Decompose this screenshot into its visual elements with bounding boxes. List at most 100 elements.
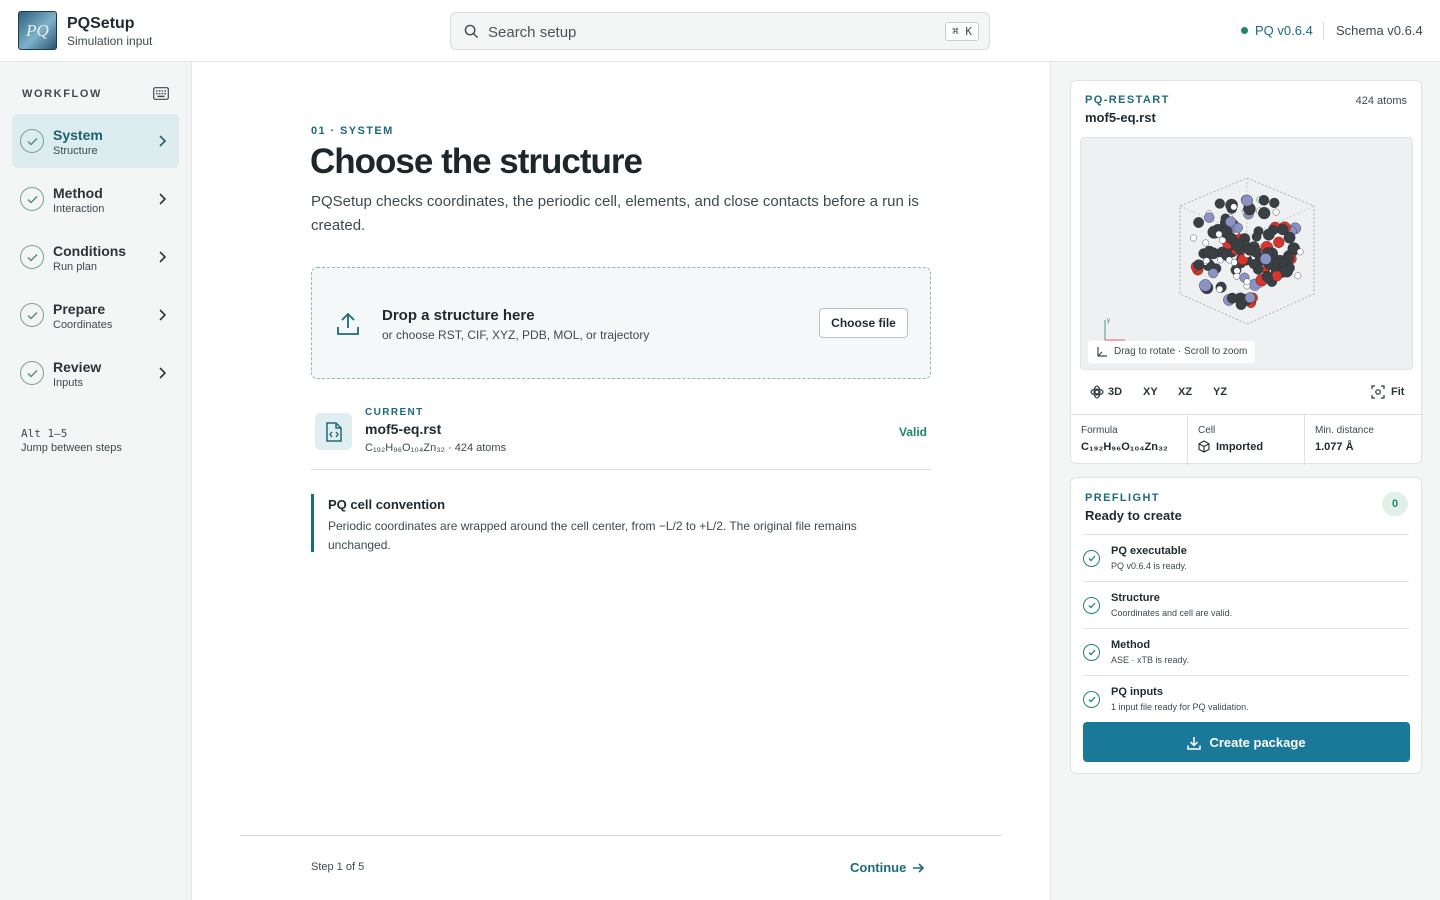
search-icon	[464, 24, 479, 39]
app-name: PQSetup	[67, 15, 135, 32]
atom-count: 424 atoms	[1355, 95, 1407, 107]
molecule-render[interactable]	[1176, 176, 1318, 326]
main-content: 01 · SYSTEM Choose the structure PQSetup…	[192, 62, 1050, 900]
stat-value: C₁₉₂H₉₆O₁₀₄Zn₃₂	[1081, 441, 1168, 453]
current-filename: mof5-eq.rst	[365, 421, 442, 437]
right-panel: PQ-RESTART 424 atoms mof5-eq.rst y Drag …	[1050, 62, 1440, 900]
atom	[1233, 272, 1241, 280]
atom	[1232, 222, 1243, 233]
orbit-icon	[1090, 385, 1104, 399]
step-title: System	[53, 127, 103, 143]
upload-icon	[337, 312, 359, 335]
divider	[1323, 22, 1324, 39]
chevron-right-icon	[159, 193, 167, 205]
atom	[1269, 197, 1280, 209]
sidebar-heading: WORKFLOW	[22, 88, 103, 100]
atom	[1259, 253, 1272, 265]
check-icon	[20, 303, 44, 327]
continue-button[interactable]: Continue	[850, 860, 925, 875]
check-pq-executable: PQ executable PQ v0.6.4 is ready.	[1083, 534, 1409, 581]
chevron-right-icon	[159, 135, 167, 147]
fit-icon	[1371, 385, 1385, 399]
stat-key: Formula	[1081, 425, 1118, 436]
shortcut-hint: Jump between steps	[21, 442, 122, 454]
create-package-label: Create package	[1209, 734, 1306, 750]
pq-version: PQ v0.6.4	[1241, 23, 1313, 38]
atom	[1207, 247, 1220, 260]
search-shortcut: ⌘ K	[945, 22, 979, 41]
app-subtitle: Simulation input	[67, 34, 153, 48]
check-structure: Structure Coordinates and cell are valid…	[1083, 581, 1409, 628]
current-formula: C₁₉₂H₉₆O₁₀₄Zn₃₂ · 424 atoms	[365, 442, 507, 454]
atom	[1230, 203, 1238, 211]
atom	[1280, 264, 1293, 278]
search-box[interactable]: ⌘ K	[450, 12, 990, 50]
note-title: PQ cell convention	[328, 497, 446, 512]
stat-value: 1.077 Å	[1315, 441, 1354, 453]
atom	[1214, 198, 1225, 209]
stat-formula: Formula C₁₉₂H₉₆O₁₀₄Zn₃₂	[1071, 415, 1188, 465]
step-counter: Step 1 of 5	[311, 861, 365, 873]
atom	[1202, 239, 1210, 247]
stat-value: Imported	[1216, 441, 1264, 453]
schema-version: Schema v0.6.4	[1336, 23, 1423, 38]
create-package-button[interactable]: Create package	[1083, 722, 1410, 762]
sidebar-item-method[interactable]: Method Interaction	[12, 172, 179, 226]
drag-hint: Drag to rotate · Scroll to zoom	[1088, 341, 1256, 363]
step-subtitle: Interaction	[53, 203, 105, 215]
cube-icon	[1198, 440, 1210, 453]
preflight-title: Ready to create	[1085, 508, 1182, 523]
atom	[1251, 232, 1262, 242]
step-subtitle: Run plan	[53, 261, 98, 273]
check-icon	[20, 187, 44, 211]
search-input[interactable]	[488, 21, 928, 43]
step-subtitle: Structure	[53, 145, 98, 157]
dropzone-formats: or choose RST, CIF, XYZ, PDB, MOL, or tr…	[382, 328, 650, 342]
atom	[1226, 292, 1238, 304]
chevron-right-icon	[159, 251, 167, 263]
dropzone-title: Drop a structure here	[382, 307, 535, 324]
download-icon	[1187, 736, 1202, 750]
atom	[1296, 248, 1304, 256]
sidebar-item-system[interactable]: System Structure	[12, 114, 179, 168]
check-pq-inputs: PQ inputs 1 input file ready for PQ vali…	[1083, 675, 1409, 722]
atom	[1193, 217, 1205, 228]
check-detail: ASE · xTB is ready.	[1111, 655, 1189, 665]
atom	[1273, 236, 1285, 248]
check-icon	[20, 361, 44, 385]
app-logo: PQ	[18, 11, 57, 50]
atom	[1230, 238, 1244, 251]
fit-button[interactable]: Fit	[1391, 386, 1404, 398]
step-subtitle: Coordinates	[53, 319, 113, 331]
view-yz-button[interactable]: YZ	[1213, 386, 1227, 398]
current-structure: CURRENT mof5-eq.rst C₁₉₂H₉₆O₁₀₄Zn₃₂ · 42…	[311, 405, 931, 470]
atom	[1193, 259, 1205, 271]
choose-file-button[interactable]: Choose file	[819, 308, 908, 338]
current-label: CURRENT	[365, 407, 424, 418]
stat-key: Cell	[1198, 425, 1216, 436]
step-title: Prepare	[53, 301, 106, 317]
molecule-viewer[interactable]: y Drag to rotate · Scroll to zoom	[1080, 137, 1413, 370]
page-description: PQSetup checks coordinates, the periodic…	[311, 193, 919, 234]
sidebar-item-conditions[interactable]: Conditions Run plan	[12, 230, 179, 284]
atom	[1277, 223, 1289, 236]
sidebar-item-review[interactable]: Review Inputs	[12, 346, 179, 400]
atom	[1190, 234, 1197, 242]
atom	[1243, 278, 1251, 286]
step-title: Method	[53, 185, 103, 201]
atom	[1258, 194, 1270, 206]
check-title: PQ inputs	[1111, 686, 1163, 698]
sidebar-item-prepare[interactable]: Prepare Coordinates	[12, 288, 179, 342]
check-title: Method	[1111, 639, 1151, 651]
preflight-card: PREFLIGHT Ready to create 0 PQ executabl…	[1070, 477, 1422, 774]
check-detail: PQ v0.6.4 is ready.	[1111, 561, 1187, 571]
structure-dropzone[interactable]: Drop a structure here or choose RST, CIF…	[311, 267, 931, 379]
stat-cell: Cell Imported	[1188, 415, 1305, 465]
view-xy-button[interactable]: XY	[1143, 386, 1158, 398]
view-3d-button[interactable]: 3D	[1108, 386, 1122, 398]
structure-preview-card: PQ-RESTART 424 atoms mof5-eq.rst y Drag …	[1070, 80, 1423, 465]
keyboard-icon[interactable]	[153, 87, 169, 100]
view-xz-button[interactable]: XZ	[1178, 386, 1192, 398]
arrow-right-icon	[913, 863, 925, 873]
check-method: Method ASE · xTB is ready.	[1083, 628, 1409, 675]
